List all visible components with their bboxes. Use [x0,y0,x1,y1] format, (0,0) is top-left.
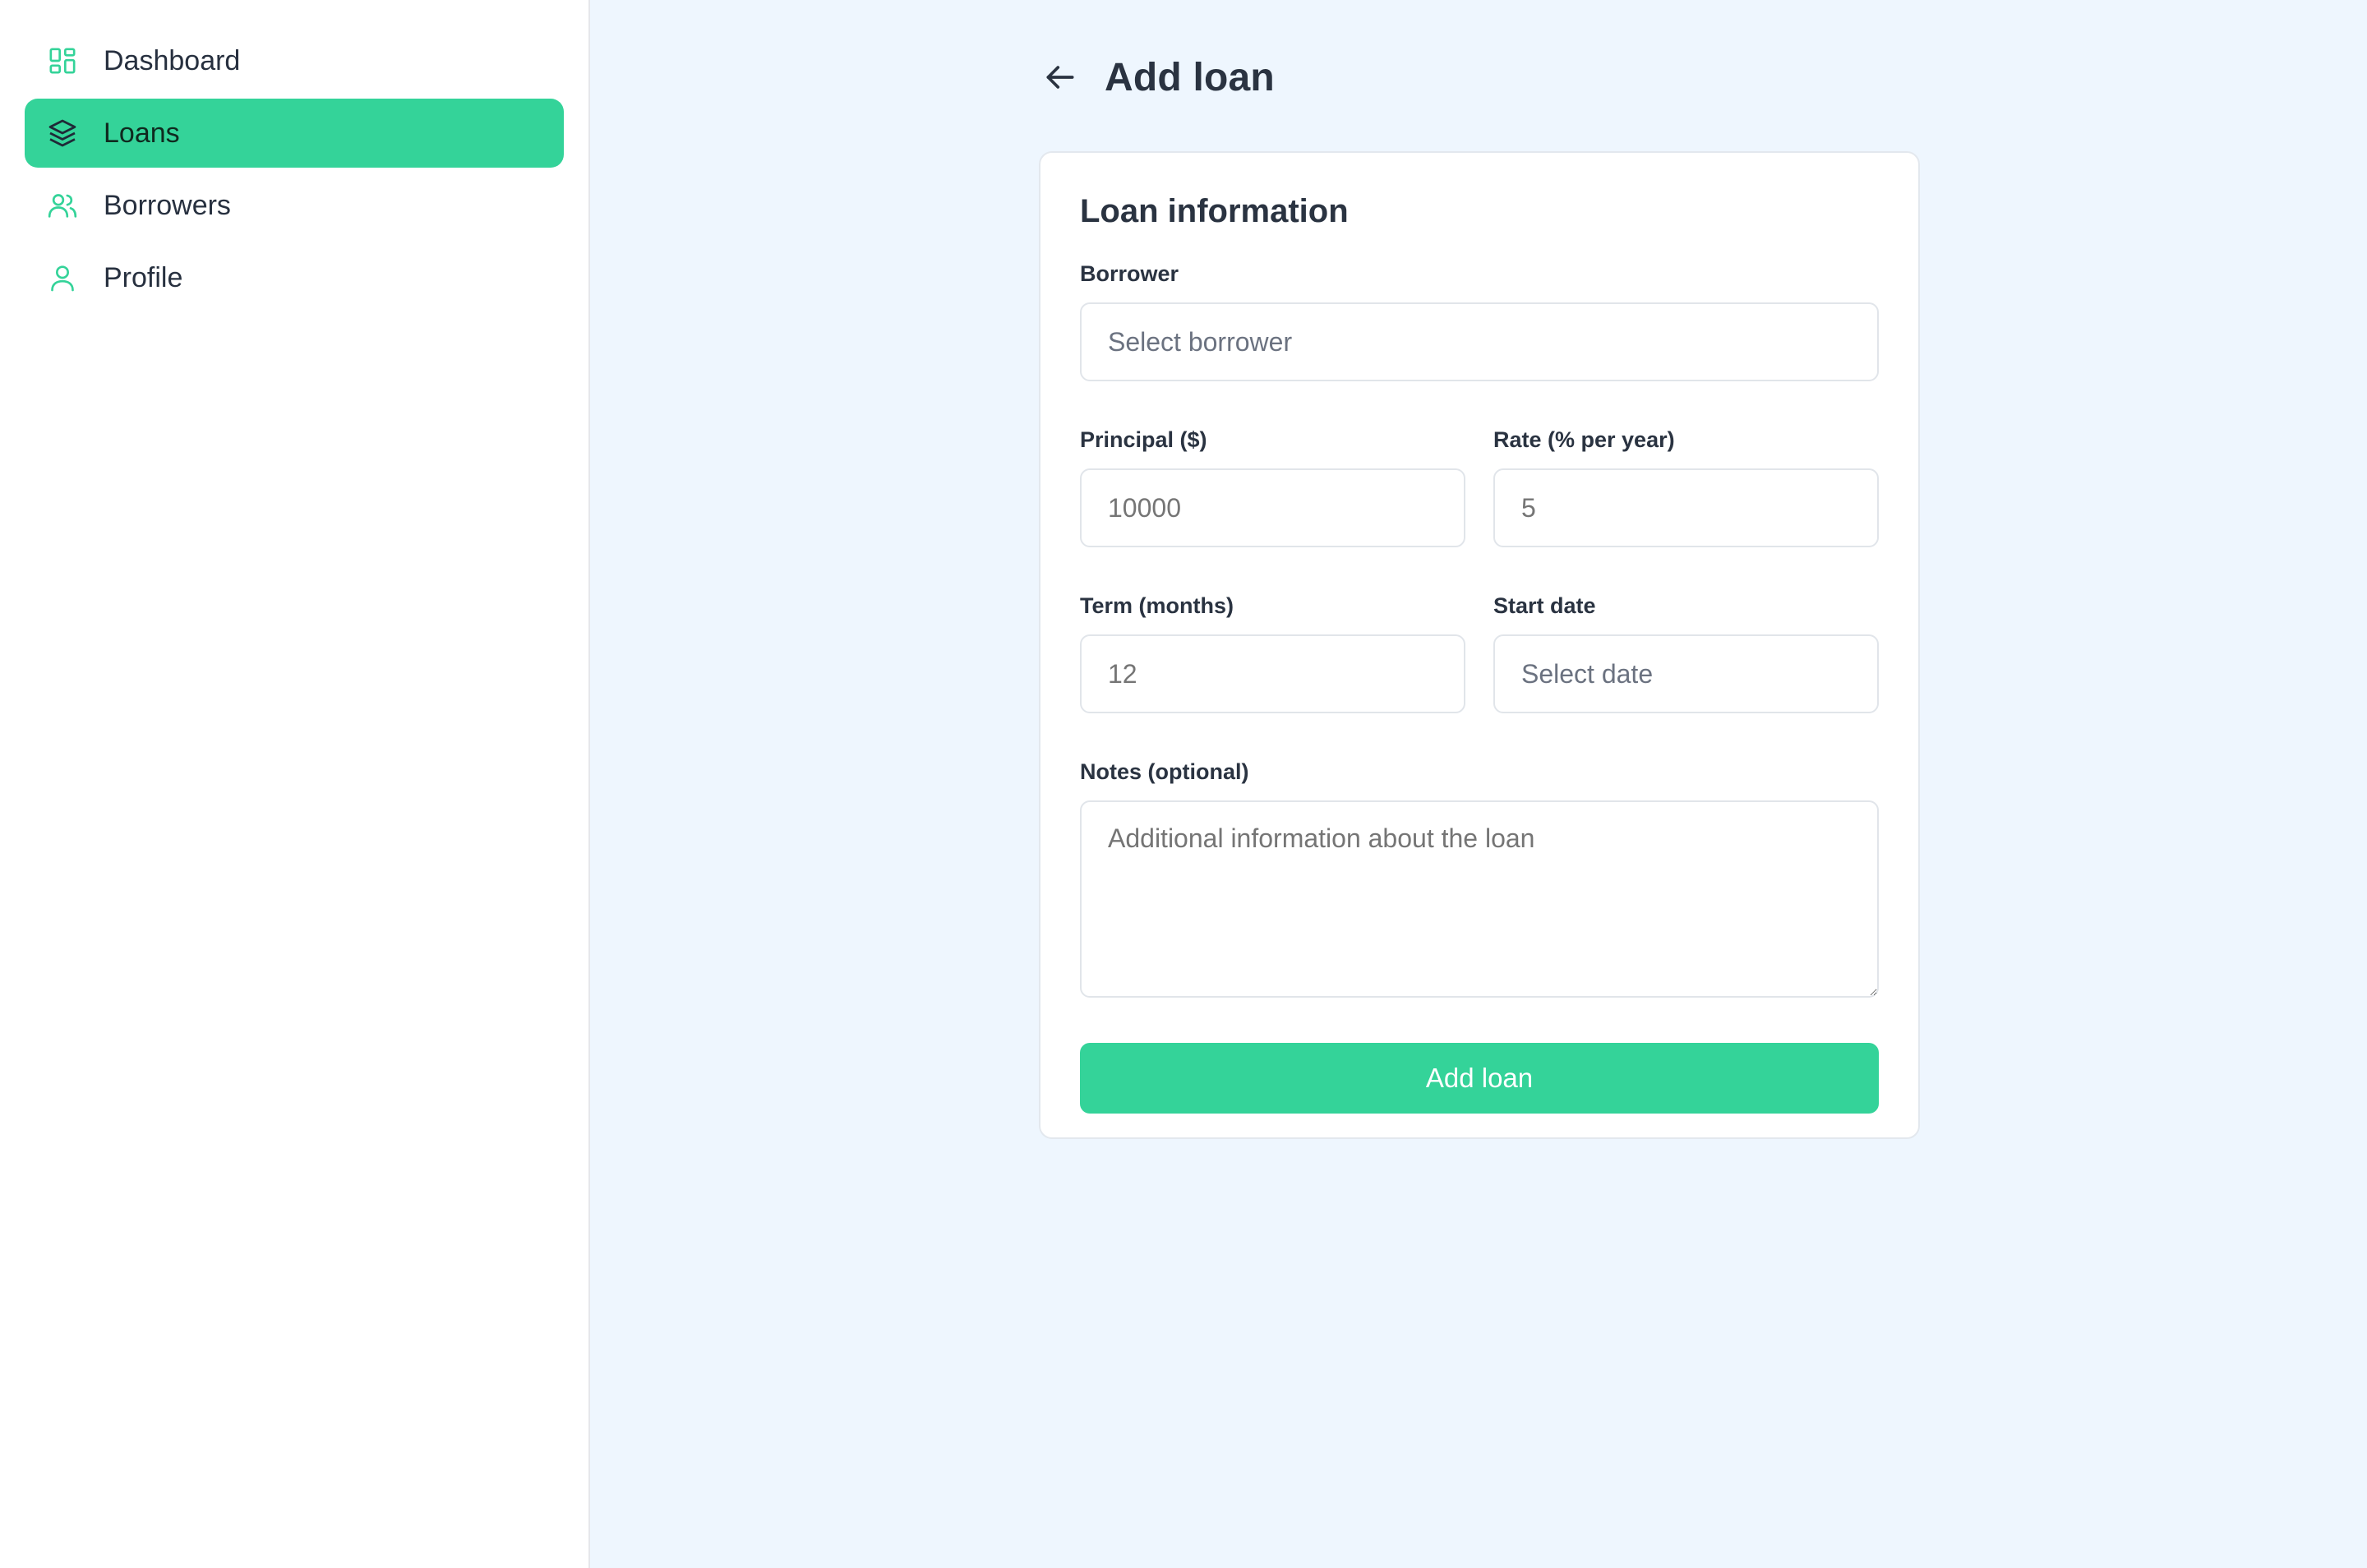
layers-icon [46,117,79,150]
user-icon [46,261,79,294]
sidebar-item-label: Borrowers [104,189,231,221]
loan-form-card: Loan information Borrower Select borrowe… [1039,151,1920,1139]
principal-input[interactable] [1080,468,1465,547]
principal-label: Principal ($) [1080,427,1207,452]
sidebar: Dashboard Loans Borrowers Profile [0,0,590,1568]
sidebar-item-label: Loans [104,117,180,149]
borrower-placeholder: Select borrower [1108,326,1293,357]
add-loan-button[interactable]: Add loan [1080,1043,1879,1114]
rate-input[interactable] [1493,468,1879,547]
rate-label: Rate (% per year) [1493,427,1675,452]
term-date-row: Term (months) Start date Select date [1080,592,1879,713]
borrower-label: Borrower [1080,261,1179,286]
sidebar-item-loans[interactable]: Loans [25,99,564,168]
start-date-placeholder: Select date [1521,658,1654,689]
page-title: Add loan [1105,55,1275,99]
borrower-select[interactable]: Select borrower [1080,302,1879,381]
users-icon [46,189,79,222]
start-date-picker[interactable]: Select date [1493,634,1879,713]
dashboard-grid-icon [46,44,79,77]
principal-rate-row: Principal ($) Rate (% per year) [1080,426,1879,547]
start-date-label: Start date [1493,593,1596,618]
back-button[interactable] [1040,58,1080,97]
main-content: Add loan Loan information Borrower Selec… [590,0,2367,1568]
form-title: Loan information [1080,193,1349,229]
page-header: Add loan [1040,51,1275,104]
sidebar-item-profile[interactable]: Profile [25,243,564,312]
arrow-left-icon [1046,66,1074,89]
term-input[interactable] [1080,634,1465,713]
sidebar-item-borrowers[interactable]: Borrowers [25,171,564,240]
notes-textarea[interactable] [1080,800,1879,998]
sidebar-item-dashboard[interactable]: Dashboard [25,26,564,95]
borrower-field-group: Borrower Select borrower [1080,260,1879,381]
notes-label: Notes (optional) [1080,759,1249,784]
sidebar-item-label: Profile [104,261,183,293]
notes-field-group: Notes (optional) [1080,758,1879,1002]
sidebar-item-label: Dashboard [104,44,241,76]
term-label: Term (months) [1080,593,1234,618]
